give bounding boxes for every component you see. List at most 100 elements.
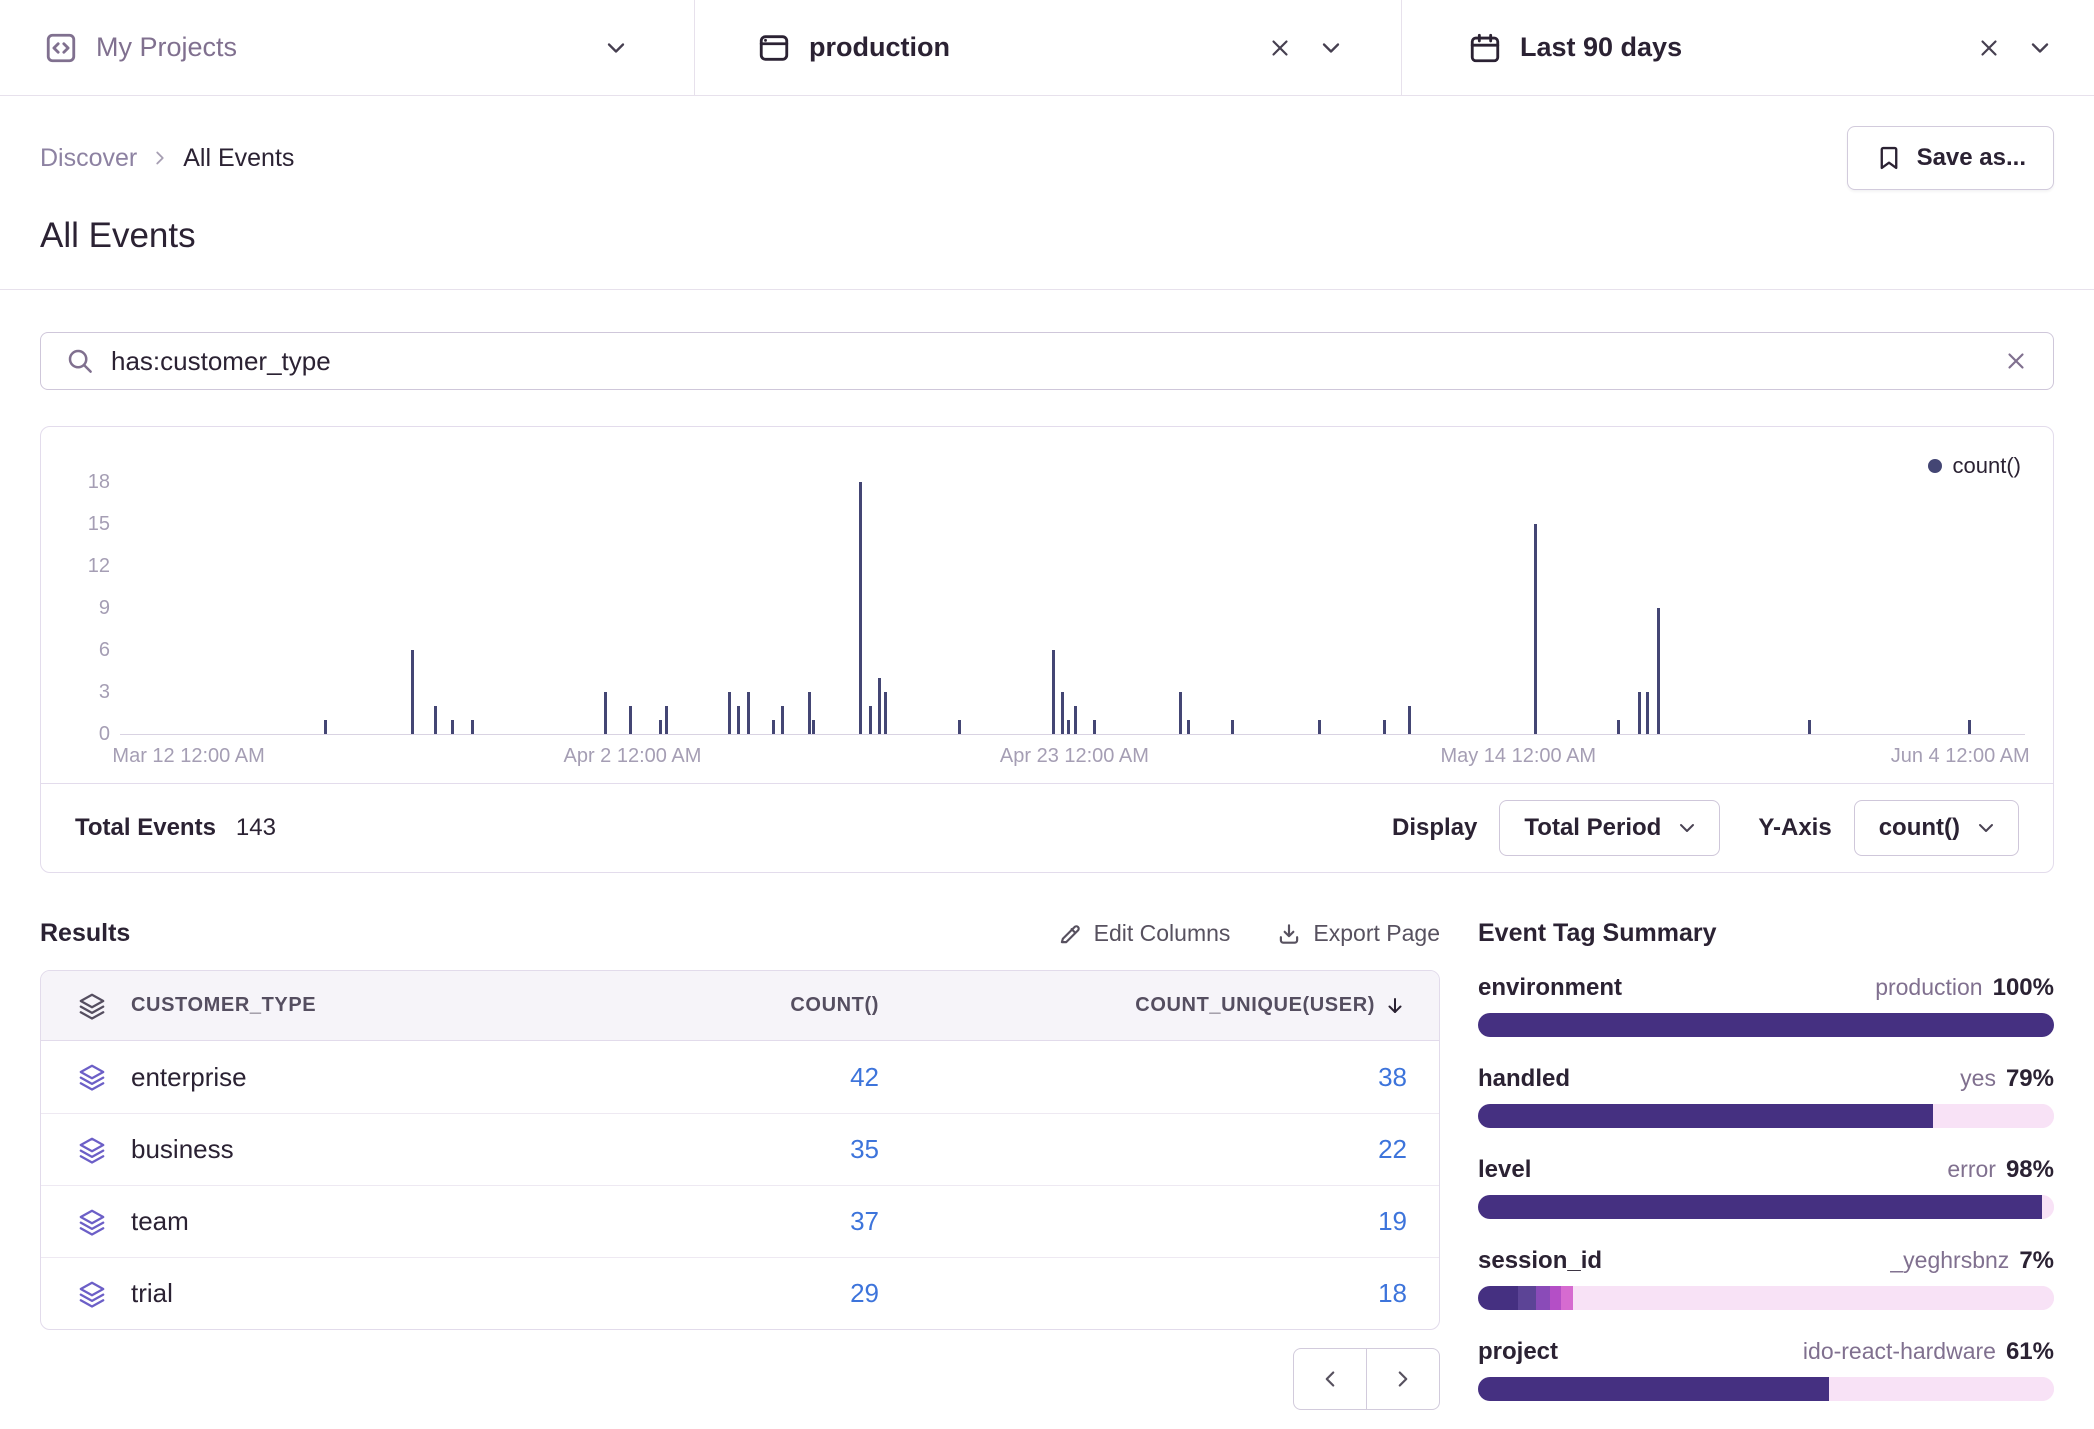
save-as-button[interactable]: Save as... xyxy=(1847,126,2054,190)
chart-bar xyxy=(1093,720,1096,734)
cell-count[interactable]: 29 xyxy=(619,1278,879,1309)
cell-count[interactable]: 37 xyxy=(619,1206,879,1237)
y-axis-tick-label: 6 xyxy=(99,639,110,662)
cell-count-unique[interactable]: 18 xyxy=(879,1278,1439,1309)
daterange-selector[interactable]: Last 90 days xyxy=(1402,0,2094,95)
chart-bar xyxy=(812,720,815,734)
legend-dot xyxy=(1928,459,1942,473)
next-page-button[interactable] xyxy=(1366,1348,1440,1410)
section-divider xyxy=(0,289,2094,290)
chart-bar xyxy=(411,650,414,734)
breadcrumb-current: All Events xyxy=(183,144,294,173)
breadcrumb-discover[interactable]: Discover xyxy=(40,144,137,173)
tag-bar-segment xyxy=(2042,1195,2054,1219)
x-axis-tick-label: Jun 4 12:00 AM xyxy=(1891,745,2030,768)
chevron-right-icon xyxy=(149,147,171,169)
chart-bar xyxy=(451,720,454,734)
display-select[interactable]: Total Period xyxy=(1499,800,1720,856)
tag-name: session_id xyxy=(1478,1247,1602,1275)
tag-top-value: _yeghrsbnz xyxy=(1890,1247,2009,1274)
chevron-down-icon[interactable] xyxy=(2026,34,2054,62)
search-bar xyxy=(40,332,2054,390)
tag-top-value: ido-react-hardware xyxy=(1803,1338,1996,1365)
stack-icon[interactable] xyxy=(41,1279,131,1309)
y-axis-tick-label: 12 xyxy=(88,555,110,578)
cell-count-unique[interactable]: 22 xyxy=(879,1134,1439,1165)
chart-bar xyxy=(1061,692,1064,734)
column-header-count-unique[interactable]: COUNT_UNIQUE(USER) xyxy=(879,994,1439,1018)
cell-count-unique[interactable]: 38 xyxy=(879,1062,1439,1093)
pencil-icon xyxy=(1057,921,1083,947)
cell-customer-type: team xyxy=(131,1206,619,1237)
chart-bar xyxy=(869,706,872,734)
tag-bar-segment xyxy=(1829,1377,2054,1401)
chart-bar xyxy=(747,692,750,734)
tag-summary-item: environment production 100% xyxy=(1478,974,2054,1037)
tag-top-value: production xyxy=(1875,974,1982,1001)
window-icon xyxy=(757,31,791,65)
tag-bar-segment xyxy=(1573,1286,2054,1310)
chart-bar xyxy=(884,692,887,734)
clear-daterange-icon[interactable] xyxy=(1976,35,2002,61)
chart-bar xyxy=(728,692,731,734)
cell-customer-type: enterprise xyxy=(131,1062,619,1093)
sort-desc-icon xyxy=(1383,994,1407,1018)
stack-icon[interactable] xyxy=(41,1207,131,1237)
tag-bar-segment xyxy=(1550,1286,1562,1310)
chevron-down-icon[interactable] xyxy=(1317,34,1345,62)
yaxis-select[interactable]: count() xyxy=(1854,800,2019,856)
table-row: business 35 22 xyxy=(41,1113,1439,1185)
chart-bar xyxy=(1408,706,1411,734)
previous-page-button[interactable] xyxy=(1293,1348,1367,1410)
chevron-down-icon xyxy=(1675,816,1699,840)
chart-bar xyxy=(859,482,862,734)
column-header-count[interactable]: COUNT() xyxy=(619,994,879,1017)
y-axis-tick-label: 0 xyxy=(99,723,110,746)
chart-footer: Total Events 143 Display Total Period Y-… xyxy=(41,783,2053,872)
search-icon xyxy=(65,346,95,376)
tag-name: environment xyxy=(1478,974,1622,1002)
tag-summary-item: project ido-react-hardware 61% xyxy=(1478,1338,2054,1401)
chevron-down-icon xyxy=(1974,816,1998,840)
chart-bar xyxy=(434,706,437,734)
clear-environment-icon[interactable] xyxy=(1267,35,1293,61)
cell-count-unique[interactable]: 19 xyxy=(879,1206,1439,1237)
cell-customer-type: business xyxy=(131,1134,619,1165)
search-input[interactable] xyxy=(111,346,1987,377)
chart-plot[interactable] xyxy=(120,473,2025,735)
tag-bar-segment xyxy=(1478,1195,2042,1219)
chart-bar xyxy=(958,720,961,734)
cell-count[interactable]: 35 xyxy=(619,1134,879,1165)
chevron-right-icon xyxy=(1390,1366,1416,1392)
edit-columns-button[interactable]: Edit Columns xyxy=(1057,920,1231,947)
tag-top-percent: 7% xyxy=(2019,1247,2054,1275)
tag-summary: Event Tag Summary environment production… xyxy=(1478,919,2054,1429)
chart-x-axis: Mar 12 12:00 AMApr 2 12:00 AMApr 23 12:0… xyxy=(120,735,2025,783)
chart-bar xyxy=(1187,720,1190,734)
x-axis-tick-label: Apr 2 12:00 AM xyxy=(564,745,702,768)
export-page-button[interactable]: Export Page xyxy=(1276,920,1440,947)
chart-bar xyxy=(1179,692,1182,734)
cell-count[interactable]: 42 xyxy=(619,1062,879,1093)
project-selector[interactable]: My Projects xyxy=(0,0,694,95)
yaxis-select-value: count() xyxy=(1879,814,1960,842)
stack-icon[interactable] xyxy=(41,1062,131,1092)
stack-icon[interactable] xyxy=(41,991,131,1021)
tag-bar-segment xyxy=(1518,1286,1535,1310)
pagination xyxy=(40,1348,1440,1410)
x-axis-tick-label: Mar 12 12:00 AM xyxy=(112,745,264,768)
environment-selector[interactable]: production xyxy=(694,0,1402,95)
tag-bar xyxy=(1478,1104,2054,1128)
column-header-customer-type[interactable]: CUSTOMER_TYPE xyxy=(131,994,619,1017)
results-table: CUSTOMER_TYPE COUNT() COUNT_UNIQUE(USER)… xyxy=(40,970,1440,1330)
chart-bar xyxy=(878,678,881,734)
tag-bar xyxy=(1478,1286,2054,1310)
chevron-down-icon[interactable] xyxy=(602,34,630,62)
display-label: Display xyxy=(1392,814,1477,842)
clear-search-icon[interactable] xyxy=(2003,348,2029,374)
column-header-count-unique-label: COUNT_UNIQUE(USER) xyxy=(1135,994,1375,1017)
chart-bar xyxy=(324,720,327,734)
tag-top-percent: 98% xyxy=(2006,1156,2054,1184)
stack-icon[interactable] xyxy=(41,1135,131,1165)
chart-bar xyxy=(808,692,811,734)
